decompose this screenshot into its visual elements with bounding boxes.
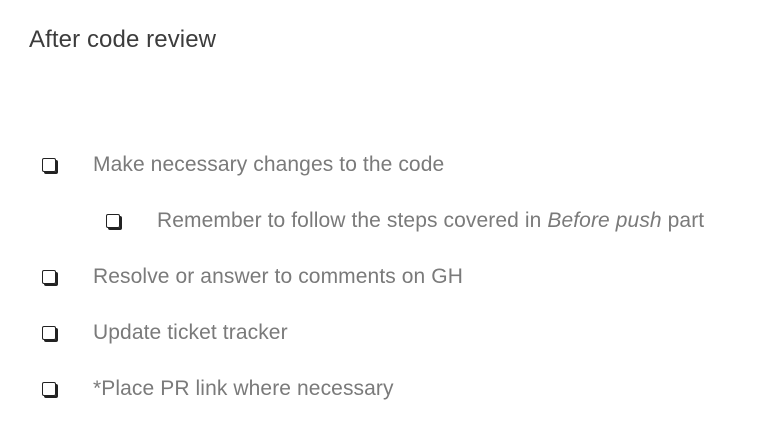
document-page: After code review Make necessary changes… [0,0,770,425]
checklist-item-label: Resolve or answer to comments on GH [93,265,463,288]
label-emphasis: Before push [547,209,662,232]
checkbox-unchecked-icon[interactable] [42,382,56,396]
checkbox-unchecked-icon[interactable] [42,158,56,172]
checklist-item: Make necessary changes to the code [42,149,444,181]
label-text-before: Remember to follow the steps covered in [157,209,548,232]
label-text-after: part [661,209,705,232]
checklist-subitem: Remember to follow the steps covered in … [106,205,704,237]
section-heading: After code review [29,26,217,53]
checklist-item-label: Make necessary changes to the code [93,153,445,176]
checkbox-unchecked-icon[interactable] [42,326,56,340]
checklist-item-label: Update ticket tracker [93,321,288,344]
checklist-item: Update ticket tracker [42,317,288,349]
checklist-item: *Place PR link where necessary [42,373,394,405]
checklist-item-label: Remember to follow the steps covered in … [157,209,704,233]
checklist-item: Resolve or answer to comments on GH [42,261,463,293]
checkbox-unchecked-icon[interactable] [42,270,56,284]
checklist-item-label: *Place PR link where necessary [93,377,394,400]
checkbox-unchecked-icon[interactable] [106,214,120,228]
